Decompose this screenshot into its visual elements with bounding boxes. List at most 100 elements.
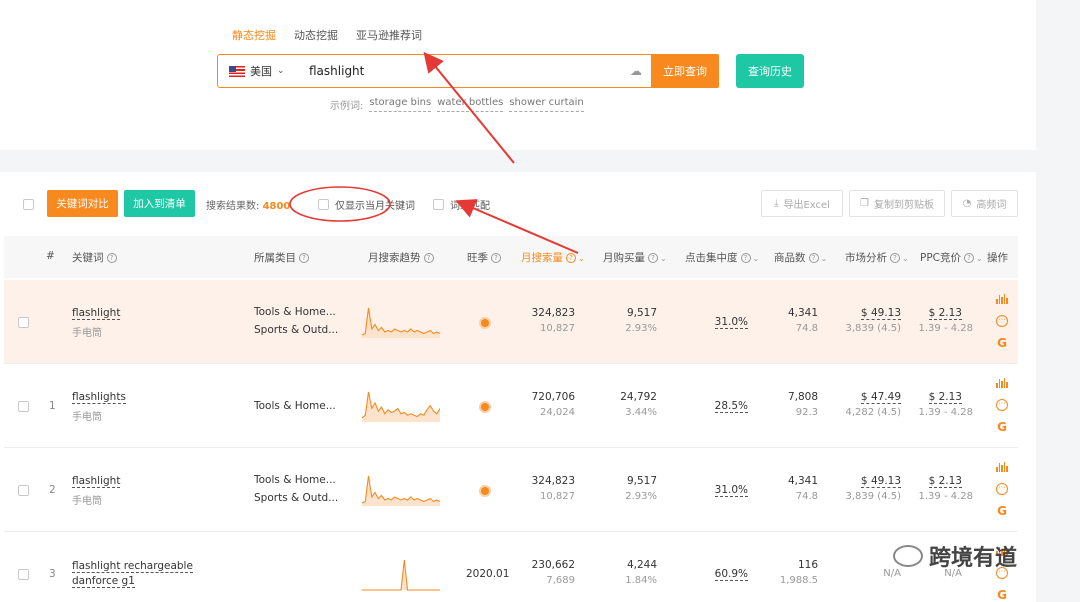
col-ppc[interactable]: PPC竞价? ⌄ xyxy=(920,250,983,265)
search-button[interactable]: 立即查询 xyxy=(651,54,719,88)
help-icon[interactable]: ? xyxy=(423,253,434,263)
help-icon[interactable]: ? xyxy=(808,253,819,263)
more-options-icon[interactable]: ··· xyxy=(994,399,1010,411)
history-button[interactable]: 查询历史 xyxy=(736,54,804,88)
help-icon[interactable]: ? xyxy=(890,253,900,263)
more-options-icon[interactable]: ··· xyxy=(994,315,1010,327)
table-row[interactable]: 3 flashlight rechargeable danforce g1 20… xyxy=(4,532,1018,602)
keyword-text: flashlight xyxy=(72,475,121,488)
google-icon[interactable]: G xyxy=(994,589,1010,601)
market-reviews: 3,839 (4.5) xyxy=(845,323,901,334)
ppc-bid[interactable]: $ 2.13 xyxy=(928,391,962,404)
export-excel-label: 导出Excel xyxy=(783,200,830,211)
category-secondary: Sports & Outd... xyxy=(254,324,339,336)
bar-chart-icon[interactable] xyxy=(994,378,1010,388)
ppc-range: 1.39 - 4.28 xyxy=(918,323,974,334)
ppc-bid[interactable]: $ 2.13 xyxy=(928,475,962,488)
col-click-concentration[interactable]: 点击集中度? ⌄ xyxy=(685,250,759,265)
col-category[interactable]: 所属类目? xyxy=(254,250,309,265)
help-icon[interactable]: ? xyxy=(106,253,117,263)
help-icon[interactable]: ? xyxy=(964,253,974,263)
search-volume-daily: 7,689 xyxy=(546,575,575,586)
trend-sparkline[interactable] xyxy=(362,388,440,426)
table-row[interactable]: flashlight 手电筒 Tools & Home... Sports & … xyxy=(4,280,1018,364)
sort-icon[interactable]: ⌄ xyxy=(578,254,585,263)
help-icon[interactable]: ? xyxy=(740,253,751,263)
current-month-label: 仅显示当月关键词 xyxy=(335,201,415,212)
example-keyword[interactable]: storage bins xyxy=(369,97,432,112)
col-trend[interactable]: 月搜索趋势? xyxy=(368,250,434,265)
table-row[interactable]: 2 flashlight 手电筒 Tools & Home... Sports … xyxy=(4,448,1018,532)
click-concentration[interactable]: 31.0% xyxy=(714,484,748,497)
example-keyword[interactable]: shower curtain xyxy=(509,97,584,112)
pie-chart-icon: ◔ xyxy=(962,198,972,209)
example-keyword[interactable]: water bottles xyxy=(437,97,504,112)
click-concentration[interactable]: 28.5% xyxy=(714,400,748,413)
row-checkbox[interactable] xyxy=(18,485,29,496)
result-count: 搜索结果数: 4800 xyxy=(206,197,290,212)
phrase-match-option[interactable]: 词组匹配 xyxy=(433,197,490,212)
help-icon[interactable]: ? xyxy=(648,253,658,263)
frequent-words-button[interactable]: ◔ 高频词 xyxy=(951,190,1018,217)
country-select[interactable]: 美国 ⌄ xyxy=(218,63,298,79)
tab-dynamic-mining[interactable]: 动态挖掘 xyxy=(294,27,338,46)
sort-icon[interactable]: ⌄ xyxy=(902,254,909,263)
sort-icon[interactable]: ⌄ xyxy=(976,254,983,263)
ppc-bid[interactable]: $ 2.13 xyxy=(928,307,962,320)
row-checkbox[interactable] xyxy=(18,401,29,412)
trend-sparkline[interactable] xyxy=(362,472,440,510)
google-icon[interactable]: G xyxy=(994,337,1010,349)
click-concentration[interactable]: 31.0% xyxy=(714,316,748,329)
col-products[interactable]: 商品数? ⌄ xyxy=(774,250,827,265)
help-icon[interactable]: ? xyxy=(299,253,309,263)
purchase-volume: 4,244 xyxy=(626,559,657,571)
upload-icon[interactable]: ☁ xyxy=(627,64,645,78)
keyword-link[interactable]: flashlight xyxy=(72,475,121,488)
table-row[interactable]: 1 flashlights 手电筒 Tools & Home... 720,70… xyxy=(4,364,1018,448)
bar-chart-icon[interactable] xyxy=(994,294,1010,304)
trend-sparkline[interactable] xyxy=(362,556,440,594)
sort-icon[interactable]: ⌄ xyxy=(821,254,828,263)
col-products-label: 商品数 xyxy=(774,252,806,264)
select-all-checkbox[interactable] xyxy=(23,199,34,210)
chevron-down-icon: ⌄ xyxy=(277,66,285,76)
col-search-volume[interactable]: 月搜索量? ⌄ xyxy=(521,250,585,265)
market-price[interactable]: $ 49.13 xyxy=(860,475,901,488)
export-excel-button[interactable]: ⤓ 导出Excel xyxy=(761,190,843,217)
bar-chart-icon[interactable] xyxy=(994,462,1010,472)
col-market[interactable]: 市场分析? ⌄ xyxy=(845,250,909,265)
search-input[interactable]: flashlight xyxy=(309,64,627,78)
google-icon[interactable]: G xyxy=(994,421,1010,433)
row-checkbox[interactable] xyxy=(18,317,29,328)
row-checkbox[interactable] xyxy=(18,569,29,580)
google-icon[interactable]: G xyxy=(994,505,1010,517)
market-price[interactable]: $ 49.13 xyxy=(860,307,901,320)
product-count: 116 xyxy=(797,559,818,571)
help-icon[interactable]: ? xyxy=(566,253,576,263)
keyword-link[interactable]: flashlight rechargeable danforce g1 xyxy=(72,559,242,589)
col-season[interactable]: 旺季? xyxy=(467,250,501,265)
phrase-match-checkbox[interactable] xyxy=(433,199,444,210)
add-to-list-button[interactable]: 加入到清单 xyxy=(124,190,195,217)
tab-amazon-recommend[interactable]: 亚马逊推荐词 xyxy=(356,27,422,46)
sort-icon[interactable]: ⌄ xyxy=(660,254,667,263)
search-volume-daily: 10,827 xyxy=(540,491,575,502)
tab-static-mining[interactable]: 静态挖掘 xyxy=(232,27,276,46)
keyword-link[interactable]: flashlight xyxy=(72,307,121,320)
col-keyword[interactable]: 关键词? xyxy=(72,250,117,265)
search-box: 美国 ⌄ flashlight ☁ 立即查询 xyxy=(217,54,719,88)
keyword-compare-button[interactable]: 关键词对比 xyxy=(47,190,118,217)
copy-clipboard-button[interactable]: ❐ 复制到剪贴板 xyxy=(849,190,945,217)
help-icon[interactable]: ? xyxy=(491,253,501,263)
col-purchases[interactable]: 月购买量? ⌄ xyxy=(603,250,667,265)
sort-icon[interactable]: ⌄ xyxy=(753,254,760,263)
purchase-volume: 24,792 xyxy=(620,391,657,403)
market-price[interactable]: $ 47.49 xyxy=(860,391,901,404)
current-month-checkbox[interactable] xyxy=(318,199,329,210)
trend-sparkline[interactable] xyxy=(362,304,440,342)
click-concentration[interactable]: 60.9% xyxy=(714,568,748,581)
more-options-icon[interactable]: ··· xyxy=(994,483,1010,495)
current-month-option[interactable]: 仅显示当月关键词 xyxy=(318,197,415,212)
watermark-text: 跨境有道 xyxy=(929,546,1018,571)
keyword-link[interactable]: flashlights xyxy=(72,391,126,404)
